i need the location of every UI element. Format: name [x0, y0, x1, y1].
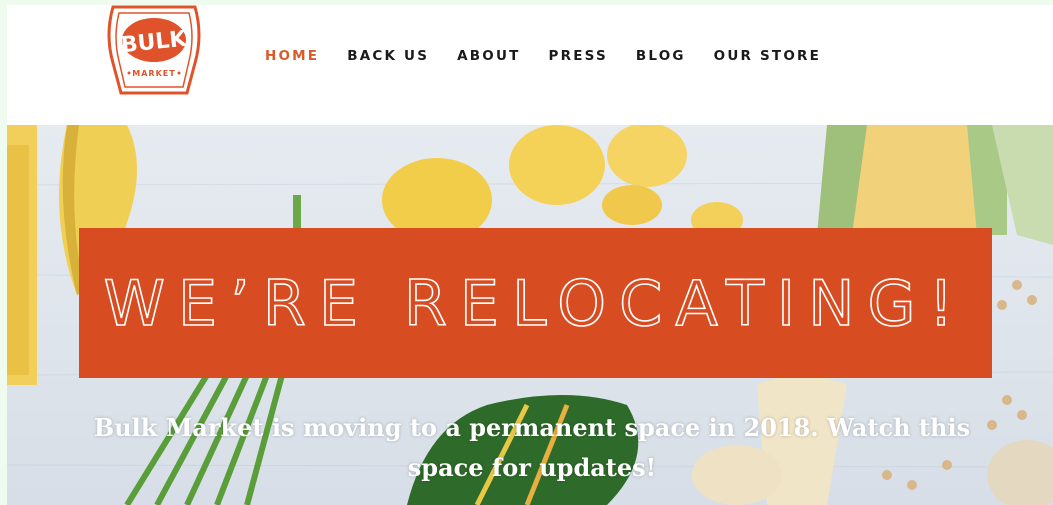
main-nav: HOME BACK US ABOUT PRESS BLOG OUR STORE [265, 48, 849, 64]
hero-section: WE’RE RELOCATING! Bulk Market is moving … [7, 125, 1053, 505]
relocating-banner: WE’RE RELOCATING! [79, 228, 992, 378]
headline: WE’RE RELOCATING! [104, 267, 967, 340]
bulk-market-logo[interactable]: BULK MARKET [99, 5, 209, 97]
nav-our-store[interactable]: OUR STORE [714, 48, 821, 64]
nav-about[interactable]: ABOUT [457, 48, 520, 64]
nav-blog[interactable]: BLOG [636, 48, 686, 64]
relocation-tagline: Bulk Market is moving to a permanent spa… [93, 413, 971, 482]
page: BULK MARKET HOME BACK US ABOUT PRESS BLO… [7, 5, 1053, 505]
logo-bottom-text: MARKET [132, 69, 175, 78]
nav-back-us[interactable]: BACK US [347, 48, 429, 64]
nav-home[interactable]: HOME [265, 48, 319, 64]
site-header: BULK MARKET HOME BACK US ABOUT PRESS BLO… [7, 5, 1053, 125]
nav-press[interactable]: PRESS [549, 48, 608, 64]
